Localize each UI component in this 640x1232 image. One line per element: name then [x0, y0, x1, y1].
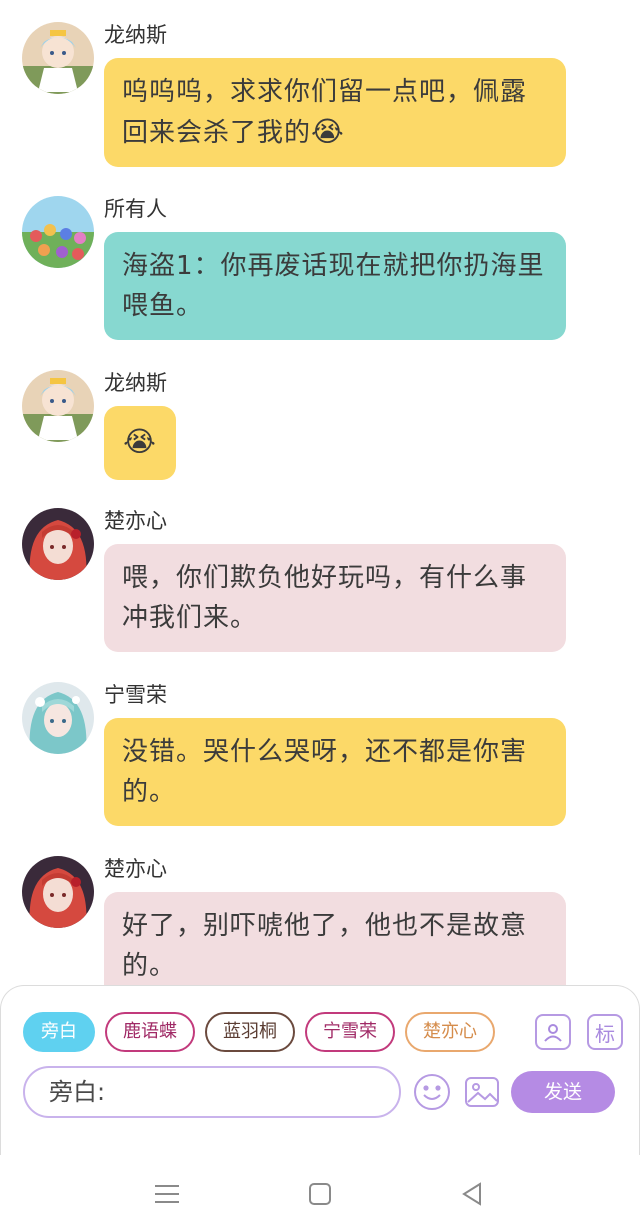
chibi-character-avatar[interactable]: [22, 370, 94, 442]
tag-button-label: 标: [595, 1021, 615, 1046]
system-nav-bar: [0, 1155, 640, 1232]
crying-emoji: 😭: [311, 115, 345, 148]
message-item: 宁雪荣 没错。哭什么哭呀，还不都是你害的。: [22, 682, 582, 832]
red-hair-girl-avatar[interactable]: [22, 508, 94, 580]
smiley-icon[interactable]: [413, 1073, 451, 1111]
chip-lanyutong[interactable]: 蓝羽桐: [205, 1012, 295, 1052]
message-input[interactable]: 旁白:: [23, 1066, 401, 1118]
message-text: 喂，你们欺负他好玩吗，有什么事冲我们来。: [122, 563, 528, 633]
message-bubble[interactable]: 好了，别吓唬他了，他也不是故意的。: [104, 892, 566, 985]
chip-luyudie[interactable]: 鹿语蝶: [105, 1012, 195, 1052]
sender-name: 龙纳斯: [104, 371, 167, 395]
red-hair-girl-avatar[interactable]: [22, 856, 94, 928]
chip-ningxuerong[interactable]: 宁雪荣: [305, 1012, 395, 1052]
message-text: 海盗1：你再废话现在就把你扔海里喂鱼。: [122, 251, 545, 321]
group-crowd-avatar[interactable]: [22, 196, 94, 268]
triangle-back-icon[interactable]: [458, 1179, 488, 1209]
sender-name: 龙纳斯: [104, 23, 167, 47]
person-card-icon[interactable]: [535, 1014, 571, 1050]
square-home-icon[interactable]: [305, 1179, 335, 1209]
sender-name: 楚亦心: [104, 509, 167, 533]
message-item: 楚亦心 喂，你们欺负他好玩吗，有什么事冲我们来。: [22, 508, 582, 658]
message-item: 龙纳斯 呜呜呜，求求你们留一点吧，佩露回来会杀了我的😭: [22, 22, 582, 172]
message-item: 所有人 海盗1：你再废话现在就把你扔海里喂鱼。: [22, 196, 582, 346]
sender-name: 所有人: [104, 197, 167, 221]
composer-panel: 旁白 鹿语蝶 蓝羽桐 宁雪荣 楚亦心 标 旁白: 发送: [0, 985, 640, 1155]
message-text: 好了，别吓唬他了，他也不是故意的。: [122, 911, 528, 981]
tag-icon[interactable]: 标: [587, 1014, 623, 1050]
menu-icon[interactable]: [152, 1179, 182, 1209]
message-bubble[interactable]: 呜呜呜，求求你们留一点吧，佩露回来会杀了我的😭: [104, 58, 566, 167]
message-item: 楚亦心 好了，别吓唬他了，他也不是故意的。: [22, 856, 582, 985]
message-bubble[interactable]: 😭: [104, 406, 176, 480]
chip-narration[interactable]: 旁白: [23, 1012, 95, 1052]
message-text: 没错。哭什么哭呀，还不都是你害的。: [122, 737, 528, 807]
image-icon[interactable]: [463, 1073, 501, 1111]
message-bubble[interactable]: 喂，你们欺负他好玩吗，有什么事冲我们来。: [104, 544, 566, 652]
message-bubble[interactable]: 海盗1：你再废话现在就把你扔海里喂鱼。: [104, 232, 566, 340]
character-chip-row[interactable]: 旁白 鹿语蝶 蓝羽桐 宁雪荣 楚亦心: [23, 1012, 517, 1054]
sender-name: 楚亦心: [104, 857, 167, 881]
message-bubble[interactable]: 没错。哭什么哭呀，还不都是你害的。: [104, 718, 566, 826]
send-button[interactable]: 发送: [511, 1071, 615, 1113]
crying-emoji: 😭: [123, 425, 157, 458]
teal-hair-girl-avatar[interactable]: [22, 682, 94, 754]
chibi-character-avatar[interactable]: [22, 22, 94, 94]
chat-area[interactable]: 龙纳斯 呜呜呜，求求你们留一点吧，佩露回来会杀了我的😭 所有人 海盗1：你再废话…: [0, 0, 640, 985]
message-item: 龙纳斯 😭: [22, 370, 582, 490]
chip-chuyixin[interactable]: 楚亦心: [405, 1012, 495, 1052]
sender-name: 宁雪荣: [104, 683, 167, 707]
